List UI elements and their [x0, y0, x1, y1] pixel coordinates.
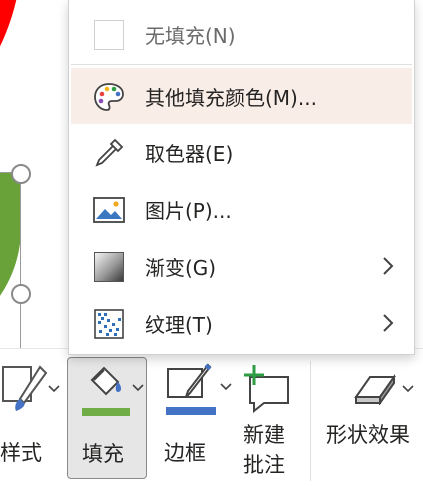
border-button[interactable]: 边框	[158, 357, 236, 477]
new-comment-label-line2: 批注	[243, 453, 285, 477]
style-brush-icon	[2, 365, 48, 411]
selection-handle-top[interactable]	[11, 164, 31, 184]
menu-separator	[71, 64, 412, 65]
fill-color-bar	[82, 408, 130, 416]
chevron-right-icon	[383, 257, 394, 275]
shape-effects-button[interactable]: 形状效果	[322, 357, 423, 477]
pie-slice-red[interactable]	[0, 0, 22, 172]
fill-dropdown-chevron-icon[interactable]	[132, 384, 144, 392]
ribbon-shape-format: 样式 填充 边框 新建 批注 形状效果	[0, 348, 423, 486]
texture-icon	[93, 309, 125, 339]
chevron-right-icon	[383, 314, 394, 332]
ribbon-group-separator	[310, 361, 311, 481]
pie-slice-green[interactable]	[0, 172, 21, 348]
selection-handle-middle[interactable]	[11, 284, 31, 304]
border-dropdown-chevron-icon[interactable]	[220, 383, 232, 391]
style-button[interactable]: 样式	[0, 357, 62, 477]
paint-bucket-icon	[90, 366, 121, 396]
shape-effects-label: 形状效果	[326, 423, 410, 447]
menu-item-more-fill-colors[interactable]: 其他填充颜色(M)...	[71, 68, 412, 124]
menu-item-gradient[interactable]: 渐变(G)	[71, 238, 412, 294]
gradient-icon	[93, 252, 125, 282]
color-palette-icon	[93, 82, 125, 112]
new-comment-icon	[244, 365, 289, 413]
menu-item-no-fill-label: 无填充(N)	[145, 23, 236, 48]
fill-label: 填充	[82, 442, 124, 466]
menu-item-picture-label: 图片(P)...	[145, 198, 232, 223]
shape-effects-icon	[354, 373, 396, 405]
pen-border-icon	[167, 363, 212, 398]
selection-border-right	[20, 172, 21, 348]
menu-item-picture[interactable]: 图片(P)...	[71, 181, 412, 237]
menu-item-more-fill-colors-label: 其他填充颜色(M)...	[145, 85, 317, 110]
menu-item-eyedropper[interactable]: 取色器(E)	[71, 124, 412, 180]
eyedropper-icon	[93, 138, 125, 168]
new-comment-label-line1: 新建	[243, 423, 285, 447]
fill-dropdown-menu: 无填充(N) 其他填充颜色(M)... 取色器(E) 图片(P)... 渐变(G…	[68, 0, 415, 355]
border-label: 边框	[164, 441, 206, 465]
style-dropdown-chevron-icon[interactable]	[48, 385, 60, 393]
style-label: 样式	[0, 441, 42, 465]
menu-item-eyedropper-label: 取色器(E)	[145, 141, 234, 166]
menu-item-texture-label: 纹理(T)	[145, 312, 213, 337]
shape-effects-dropdown-chevron-icon[interactable]	[402, 385, 414, 393]
menu-item-no-fill: 无填充(N)	[71, 6, 412, 62]
picture-icon	[93, 195, 125, 225]
menu-item-gradient-label: 渐变(G)	[145, 255, 217, 280]
fill-button[interactable]: 填充	[67, 357, 147, 479]
border-color-bar	[166, 407, 216, 415]
menu-item-texture[interactable]: 纹理(T)	[71, 295, 412, 351]
no-fill-swatch-icon	[93, 20, 125, 50]
new-comment-button[interactable]: 新建 批注	[240, 357, 296, 479]
